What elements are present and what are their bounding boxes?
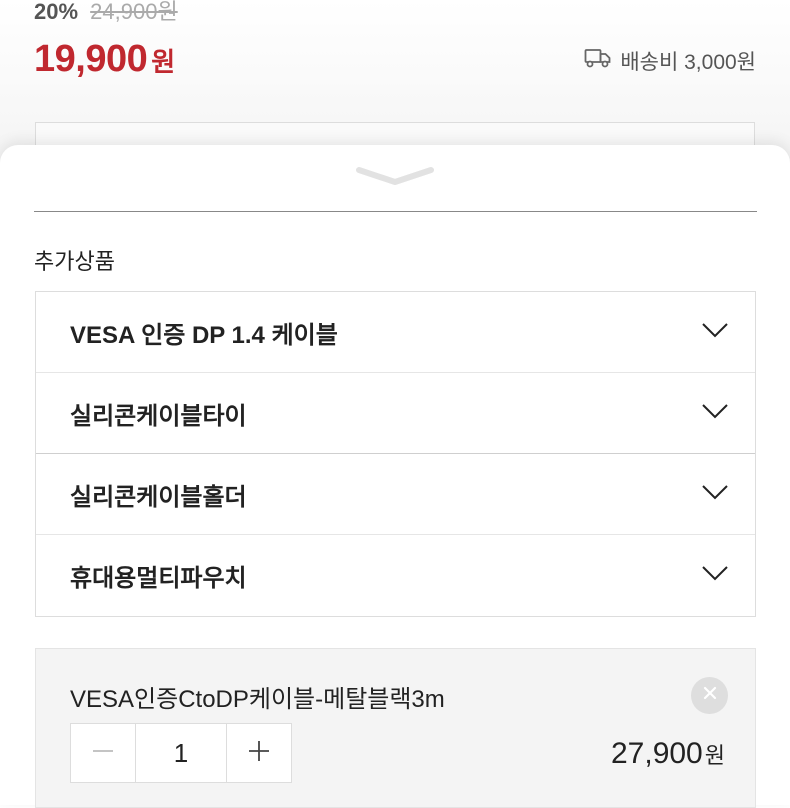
addon-option-cable-holder[interactable]: 실리콘케이블홀더 — [36, 454, 755, 535]
truck-icon — [584, 47, 612, 75]
increment-button[interactable] — [227, 724, 291, 782]
option-label: 실리콘케이블홀더 — [70, 483, 247, 511]
shipping-text: 배송비 3,000원 — [620, 51, 756, 74]
shipping-info: 배송비 3,000원 — [584, 46, 756, 76]
quantity-value[interactable]: 1 — [135, 724, 227, 782]
minus-icon — [92, 740, 114, 767]
collapse-handle-icon[interactable] — [355, 166, 435, 193]
plus-icon — [248, 740, 270, 767]
option-label: 실리콘케이블타이 — [70, 402, 247, 430]
quantity-stepper: 1 — [70, 723, 292, 783]
discount-line: 20% 24,900원 — [34, 0, 178, 26]
original-price: 24,900원 — [90, 0, 178, 24]
chevron-down-icon — [701, 322, 729, 343]
addon-option-dp-cable[interactable]: VESA 인증 DP 1.4 케이블 — [36, 292, 755, 373]
chevron-down-icon — [701, 565, 729, 586]
selected-item-price: 27,900원 — [611, 737, 725, 771]
close-icon — [703, 686, 717, 705]
sale-price-value: 19,900 — [34, 38, 148, 80]
discount-percent: 20% — [34, 0, 79, 24]
addon-option-cable-tie[interactable]: 실리콘케이블타이 — [36, 373, 755, 454]
option-label: 휴대용멀티파우치 — [70, 565, 247, 592]
sale-price-unit: 원 — [151, 47, 176, 77]
remove-item-button[interactable] — [691, 677, 728, 714]
addon-option-multi-pouch[interactable]: 휴대용멀티파우치 — [36, 535, 755, 616]
decrement-button[interactable] — [71, 724, 135, 782]
sheet-divider — [34, 211, 757, 212]
addon-option-list: VESA 인증 DP 1.4 케이블 실리콘케이블타이 실리콘케이블홀더 휴대용… — [35, 291, 756, 617]
sale-price: 19,900 원 — [34, 38, 175, 81]
selected-item-card: VESA인증CtoDP케이블-메탈블랙3m 1 27,900원 — [35, 648, 756, 808]
selected-item-name: VESA인증CtoDP케이블-메탈블랙3m — [70, 686, 445, 713]
selected-price-value: 27,900 — [610, 737, 703, 770]
selected-price-unit: 원 — [704, 743, 725, 768]
section-label: 추가상품 — [34, 249, 115, 274]
chevron-down-icon — [701, 484, 729, 505]
chevron-down-icon — [701, 403, 729, 424]
option-label: VESA 인증 DP 1.4 케이블 — [70, 321, 338, 349]
